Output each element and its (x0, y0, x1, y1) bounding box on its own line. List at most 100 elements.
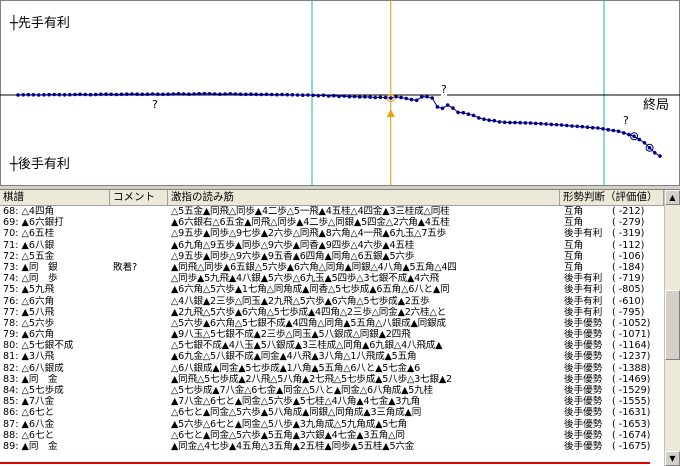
evaluation-point (295, 93, 300, 97)
header-judge[interactable]: 形勢判断（評価値） (560, 190, 664, 205)
row-comment (113, 363, 167, 374)
scroll-thumb[interactable] (665, 290, 680, 360)
row-move: 82: △6八銀成 (3, 362, 64, 374)
evaluation-point (352, 94, 357, 99)
evaluation-point (658, 154, 662, 158)
row-pv: ▲6六銀右△6五金▲同飛△同歩▲4二歩△同銀▲5四金△2六角▲4五桂 (171, 217, 450, 229)
table-row[interactable]: 80: △5七銀不成 △5七銀不成▲4八玉▲5八銀成▲3三桂成△同角▲6九銀△4八… (0, 340, 664, 351)
evaluation-point (36, 93, 41, 97)
evaluation-point (47, 92, 51, 97)
evaluation-point (477, 116, 481, 120)
table-row[interactable]: 68: △4四角 △5五金▲同飛△同歩▲4二歩△5一飛▲4五桂△4四金▲3三桂成△… (0, 206, 664, 217)
table-row[interactable]: 83: ▲同 金 ▲同飛△5七歩成▲2八飛△5八角▲2七飛△5七歩成▲5八歩△3七… (0, 374, 664, 385)
row-comment (113, 396, 167, 407)
table-row[interactable]: 82: △6八銀成 △6八銀成▲同金▲5七歩成▲1八角▲5五角△6八と▲5七金▲6… (0, 363, 664, 374)
row-comment (113, 251, 167, 262)
evaluation-point (88, 92, 93, 97)
row-pv: ▲2九飛△5六歩▲6六角△5七歩成▲4四角△2三歩△同金▲2六桂△と (171, 306, 447, 318)
evaluation-point (26, 92, 31, 97)
evaluation-point (73, 92, 77, 97)
table-row[interactable]: 76: △6六角 △4八銀▲2三歩△同玉▲2九飛△5六歩▲6六角△5七歩成▲2五歩… (0, 296, 664, 307)
table-row[interactable]: 79: ▲6六角 ▲9八玉△5七銀不成▲2三歩△同玉▲5八銀成△同銀▲2四飛 後手優… (0, 329, 664, 340)
evaluation-chart[interactable] (0, 0, 680, 186)
scroll-down-button[interactable]: ▼ (665, 451, 680, 466)
header-comment[interactable]: コメント (110, 190, 168, 205)
evaluation-point (508, 120, 512, 125)
row-move: 76: △6六角 (3, 295, 55, 307)
evaluation-point (647, 146, 652, 150)
table-row[interactable]: 86: △6七と △6七と▲同金△5六歩▲5八角成▲同銀△同角成▲3三角成▲同 後手… (0, 407, 664, 418)
row-pv: △9五歩▲同歩△9七歩▲2六歩△同飛▲8六角△4一飛▲6九玉△7五歩 (171, 228, 447, 240)
table-row[interactable]: 69: ▲6六銀打 ▲6六銀右△6五金▲同飛△同歩▲4二歩△同銀▲5四金△2六角▲… (0, 217, 664, 228)
evaluation-point (590, 125, 595, 130)
evaluation-point (513, 120, 517, 125)
row-judge: 後手優勢 (564, 317, 603, 329)
evaluation-point (451, 106, 455, 110)
evaluation-graph[interactable]: ┼先手有利 ┼後手有利 終局 ? ? ? (0, 0, 680, 186)
evaluation-point (119, 92, 124, 97)
row-comment (113, 217, 167, 228)
row-move: 85: ▲7八金 (3, 396, 55, 408)
evaluation-point (135, 92, 139, 96)
evaluation-point (62, 93, 67, 97)
vertical-scrollbar[interactable]: ▲ ▼ (664, 190, 680, 466)
evaluation-point (492, 118, 497, 123)
row-comment (113, 284, 167, 295)
evaluation-point (585, 125, 590, 129)
scroll-up-button[interactable]: ▲ (665, 190, 680, 205)
table-row[interactable]: 77: ▲5八飛 ▲2九飛△5六歩▲6六角△5七歩成▲4四角△2三歩△同金▲2六桂… (0, 307, 664, 318)
evaluation-point (207, 92, 212, 96)
evaluation-point (187, 92, 191, 96)
row-pv: △5六歩▲6六角△5七銀不成▲4四角△同角▲5五角△八銀成▲同銀成 (171, 317, 446, 329)
table-row[interactable]: 89: ▲同 金 ▲同金△4七歩▲4五角△3五角▲2五桂▲同歩▲5五桂▲5六金 後手… (0, 441, 664, 452)
evaluation-point (42, 93, 46, 97)
row-eval: ( -1529) (612, 385, 651, 396)
evaluation-point (482, 117, 486, 121)
table-row[interactable]: 73: ▲同 銀 敗着? ▲同飛△同歩▲6五銀△5六歩▲6六角△同角▲同銀△4八角▲… (0, 262, 664, 273)
row-comment (113, 273, 167, 284)
row-comment: 敗着? (113, 261, 138, 273)
table-row[interactable]: 85: ▲7八金 ▲7八金△6七と▲同金△5六歩▲5七桂△4八角▲4七金▲3九角 後… (0, 396, 664, 407)
evaluation-point (337, 94, 341, 99)
evaluation-point (539, 121, 543, 126)
evaluation-point (57, 92, 62, 97)
evaluation-point (218, 92, 222, 96)
row-pv: △9五歩▲同歩△9六歩▲9五香▲6四角▲同角△6五銀▲5六歩 (171, 250, 415, 262)
table-row[interactable]: 87: ▲6八金 ▲5六歩△6七と▲同金△5八歩▲3九角成△5九角成▲5七角 後手優… (0, 419, 664, 430)
header-pv[interactable]: 激指の読み筋 (168, 190, 560, 205)
evaluation-point (440, 106, 445, 111)
table-row[interactable]: 74: △同 歩 △同歩▲5九飛▲4八銀▲5六歩△6九玉▲5四歩△3七銀不成▲4六… (0, 273, 664, 284)
table-row[interactable]: 81: ▲3八飛 ▲6九金△5八銀不成▲同金▲4八飛▲3八角△1八飛成▲5五角 後手… (0, 351, 664, 362)
evaluation-point (445, 103, 450, 107)
table-row[interactable]: 70: △6五桂 △9五歩▲同歩△9七歩▲2六歩△同飛▲8六角△4一飛▲6九玉△7… (0, 228, 664, 239)
evaluation-point (565, 123, 569, 128)
evaluation-point (99, 92, 103, 97)
evaluation-point (68, 92, 72, 97)
row-eval: ( -719) (612, 273, 645, 285)
evaluation-point (497, 120, 502, 124)
table-row[interactable]: 78: △5六歩 △5六歩▲6六角△5七銀不成▲4四角△同角▲5五角△八銀成▲同銀… (0, 318, 664, 329)
table-row[interactable]: 75: ▲5九飛 ▲6六角△5六歩▲1七角△同角成▲同香△5七歩成▲6五角△6八と… (0, 284, 664, 295)
row-pv: △6七と▲同金△5六歩▲5五角▲3六銀▲4七金▲3五角△同 (171, 429, 405, 441)
sente-advantage-label: ┼先手有利 (10, 16, 70, 31)
table-row[interactable]: 88: △6七と △6七と▲同金△5六歩▲5五角▲3六銀▲4七金▲3五角△同 後手優… (0, 430, 664, 441)
row-eval: ( -106) (612, 250, 645, 262)
table-row[interactable]: 71: ▲6八銀 ▲6九角△9五歩▲同歩△9六歩▲同香▲9四歩△4六歩▲4五桂 互角… (0, 240, 664, 251)
list-header: 棋譜 コメント 激指の読み筋 形勢判断（評価値） (0, 190, 664, 206)
evaluation-point (316, 93, 321, 98)
row-comment (113, 340, 167, 351)
header-move[interactable]: 棋譜 (0, 190, 110, 205)
evaluation-point (471, 113, 476, 118)
row-judge: 後手優勢 (564, 373, 603, 385)
evaluation-point (601, 127, 605, 131)
evaluation-point (290, 93, 295, 97)
row-comment (113, 318, 167, 329)
row-eval: ( -279) (612, 217, 645, 229)
evaluation-point (212, 92, 217, 96)
evaluation-point (378, 95, 383, 100)
row-eval: ( -1653) (612, 418, 651, 430)
table-row[interactable]: 72: △5五金 △9五歩▲同歩△9六歩▲9五香▲6四角▲同角△6五銀▲5六歩 互角… (0, 251, 664, 262)
evaluation-point (570, 124, 574, 128)
evaluation-point (622, 131, 626, 135)
table-row[interactable]: 84: △5七歩成 △5七歩成▲7八金△6七金▲同金△5八と▲同金△6八角成▲5九… (0, 385, 664, 396)
